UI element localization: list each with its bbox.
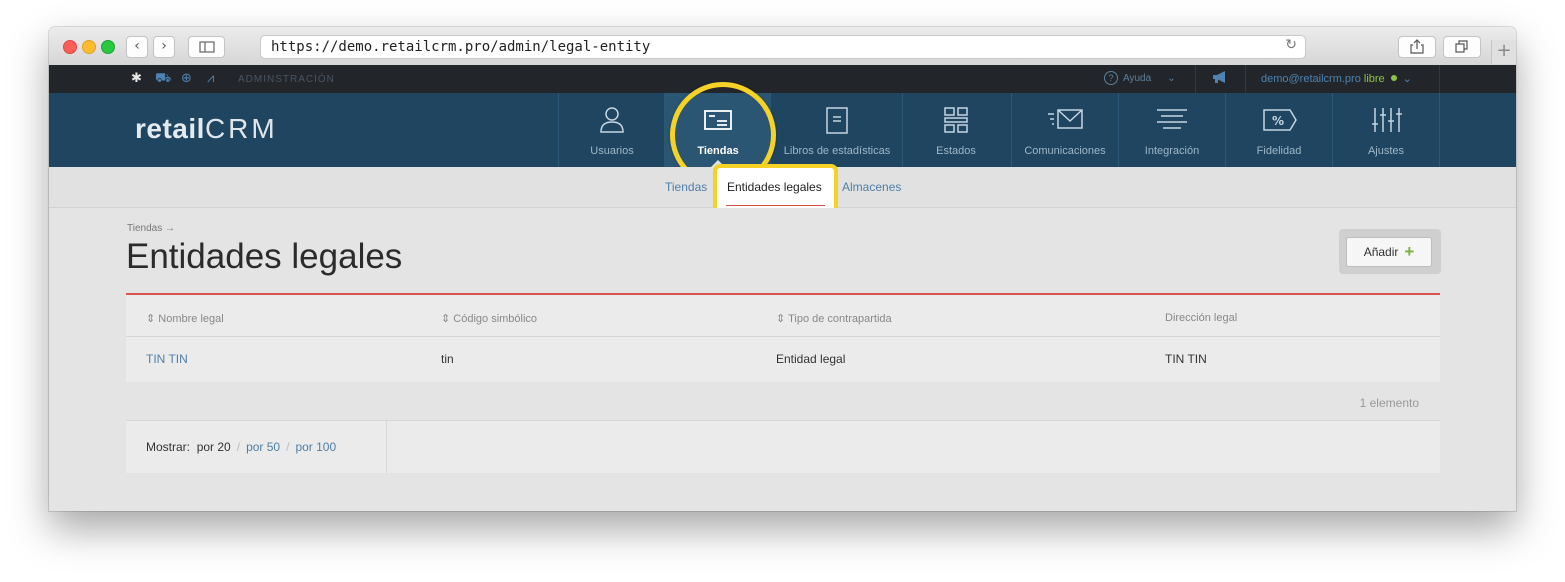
breadcrumb[interactable]: Tiendas → [127,223,175,234]
sliders-icon [1372,108,1402,132]
plus-icon: + [1404,242,1415,261]
item-count-bar: 1 elemento [126,382,1440,420]
header-divider [126,336,1440,337]
sort-icon: ⇕ [146,313,159,325]
cell-tipo-de-contrapartida: Entidad legal [776,352,846,366]
nav-label: Ajustes [1367,145,1405,157]
share-icon [1410,39,1424,54]
page-size-50[interactable]: por 50 [246,440,280,454]
online-status-dot [1390,75,1397,81]
sort-icon: ⇕ [776,313,789,325]
page-size-20: por 20 [196,440,231,454]
envelope-icon [1048,109,1083,129]
chart-icon[interactable]: ⩘ [207,71,214,86]
subnav-item-tiendas[interactable]: Tiendas [665,180,707,194]
nav-label: Comunicaciones [1024,145,1106,157]
new-tab-button[interactable]: + [1491,40,1516,64]
crosshair-icon[interactable]: ⊕ [181,71,192,86]
add-button[interactable]: Añadir + [1346,237,1432,267]
grid-icon [944,107,968,133]
back-button[interactable]: ‹ [126,36,148,58]
user-email: demo@retailcrm.pro [1261,73,1361,85]
help-link[interactable]: ? Ayuda ⌄ [1104,71,1176,85]
page-size-100[interactable]: por 100 [295,440,336,454]
main-nav: retailCRM Usuarios Tiendas Libros de est… [49,93,1516,167]
user-status: libre [1363,73,1385,85]
nav-item-integracion[interactable]: Integración [1118,93,1225,167]
tabs-overview-button[interactable] [1443,36,1481,58]
page-content: Tiendas → Entidades legales Añadir + ⇕ No… [49,208,1516,511]
gear-icon[interactable]: ✱ [131,71,142,86]
retailcrm-logo[interactable]: retailCRM [135,113,278,145]
nav-item-usuarios[interactable]: Usuarios [558,93,665,167]
admin-label: ADMINSTRACIÓN [238,74,335,85]
nav-item-libros-de-estadisticas[interactable]: Libros de estadísticas [770,93,903,167]
svg-text:%: % [1272,114,1284,128]
browser-window: ‹ › https://demo.retailcrm.pro/admin/leg… [49,27,1516,511]
subnav-item-almacenes[interactable]: Almacenes [842,180,901,194]
active-underline [726,205,825,206]
percent-tag-icon: % [1263,109,1297,131]
lines-icon [1157,109,1187,129]
book-icon [826,107,848,134]
user-menu[interactable]: demo@retailcrm.pro libre ⌄ [1261,72,1412,85]
nav-label: Estados [936,145,976,157]
reload-icon[interactable]: ↻ [1285,37,1297,53]
chevron-right-icon: › [161,38,167,54]
tabs-icon [1455,40,1468,53]
nav-item-fidelidad[interactable]: % Fidelidad [1225,93,1332,167]
user-icon [600,107,624,133]
cell-direccion-legal: TIN TIN [1165,352,1207,366]
column-header-codigo-simbolico[interactable]: ⇕ Código simbólico [441,312,537,325]
share-button[interactable] [1398,36,1436,58]
admin-bar: ✱ ⛟ ⊕ ⩘ ADMINSTRACIÓN ? Ayuda ⌄ demo@retai… [49,65,1516,93]
cart-icon[interactable]: ⛟ [155,71,171,88]
add-button-wrapper: Añadir + [1339,229,1441,274]
sort-icon: ⇕ [441,313,454,325]
page-title: Entidades legales [126,237,403,276]
cell-nombre-legal[interactable]: TIN TIN [146,352,188,366]
nav-item-estados[interactable]: Estados [902,93,1009,167]
nav-label: Libros de estadísticas [783,145,891,157]
chevron-down-icon: ⌄ [1167,73,1176,84]
column-header-nombre-legal[interactable]: ⇕ Nombre legal [146,312,224,325]
column-header-tipo-de-contrapartida[interactable]: ⇕ Tipo de contrapartida [776,312,892,325]
nav-label: Integración [1144,145,1200,157]
browser-toolbar: ‹ › https://demo.retailcrm.pro/admin/leg… [49,27,1516,66]
chevron-down-icon: ⌄ [1402,73,1412,85]
item-count: 1 elemento [1359,396,1419,410]
sidebar-toggle-button[interactable] [188,36,225,58]
nav-label: Fidelidad [1256,145,1302,157]
nav-item-comunicaciones[interactable]: Comunicaciones [1011,93,1118,167]
help-label: Ayuda [1123,73,1152,84]
add-button-label: Añadir [1363,245,1399,259]
show-label: Mostrar: [146,440,191,454]
zoom-window-button[interactable] [101,40,115,54]
sidebar-icon [198,41,215,53]
megaphone-icon[interactable] [1212,71,1228,88]
column-header-direccion-legal: Dirección legal [1165,312,1238,324]
subnav-active-label: Entidades legales [727,180,822,194]
page-size-selector: Mostrar: por 20/por 50/por 100 [126,420,1440,473]
minimize-window-button[interactable] [82,40,96,54]
forward-button[interactable]: › [153,36,175,58]
chevron-left-icon: ‹ [134,38,140,54]
nav-label: Usuarios [590,145,634,157]
close-window-button[interactable] [63,40,77,54]
address-bar[interactable]: https://demo.retailcrm.pro/admin/legal-e… [260,35,1306,59]
cell-codigo-simbolico: tin [441,352,454,366]
question-icon: ? [1104,71,1118,85]
url-text: https://demo.retailcrm.pro/admin/legal-e… [271,39,651,55]
nav-item-ajustes[interactable]: Ajustes [1332,93,1440,167]
pager-divider [386,421,387,473]
legal-entities-table: ⇕ Nombre legal ⇕ Código simbólico ⇕ Tipo… [126,293,1440,385]
